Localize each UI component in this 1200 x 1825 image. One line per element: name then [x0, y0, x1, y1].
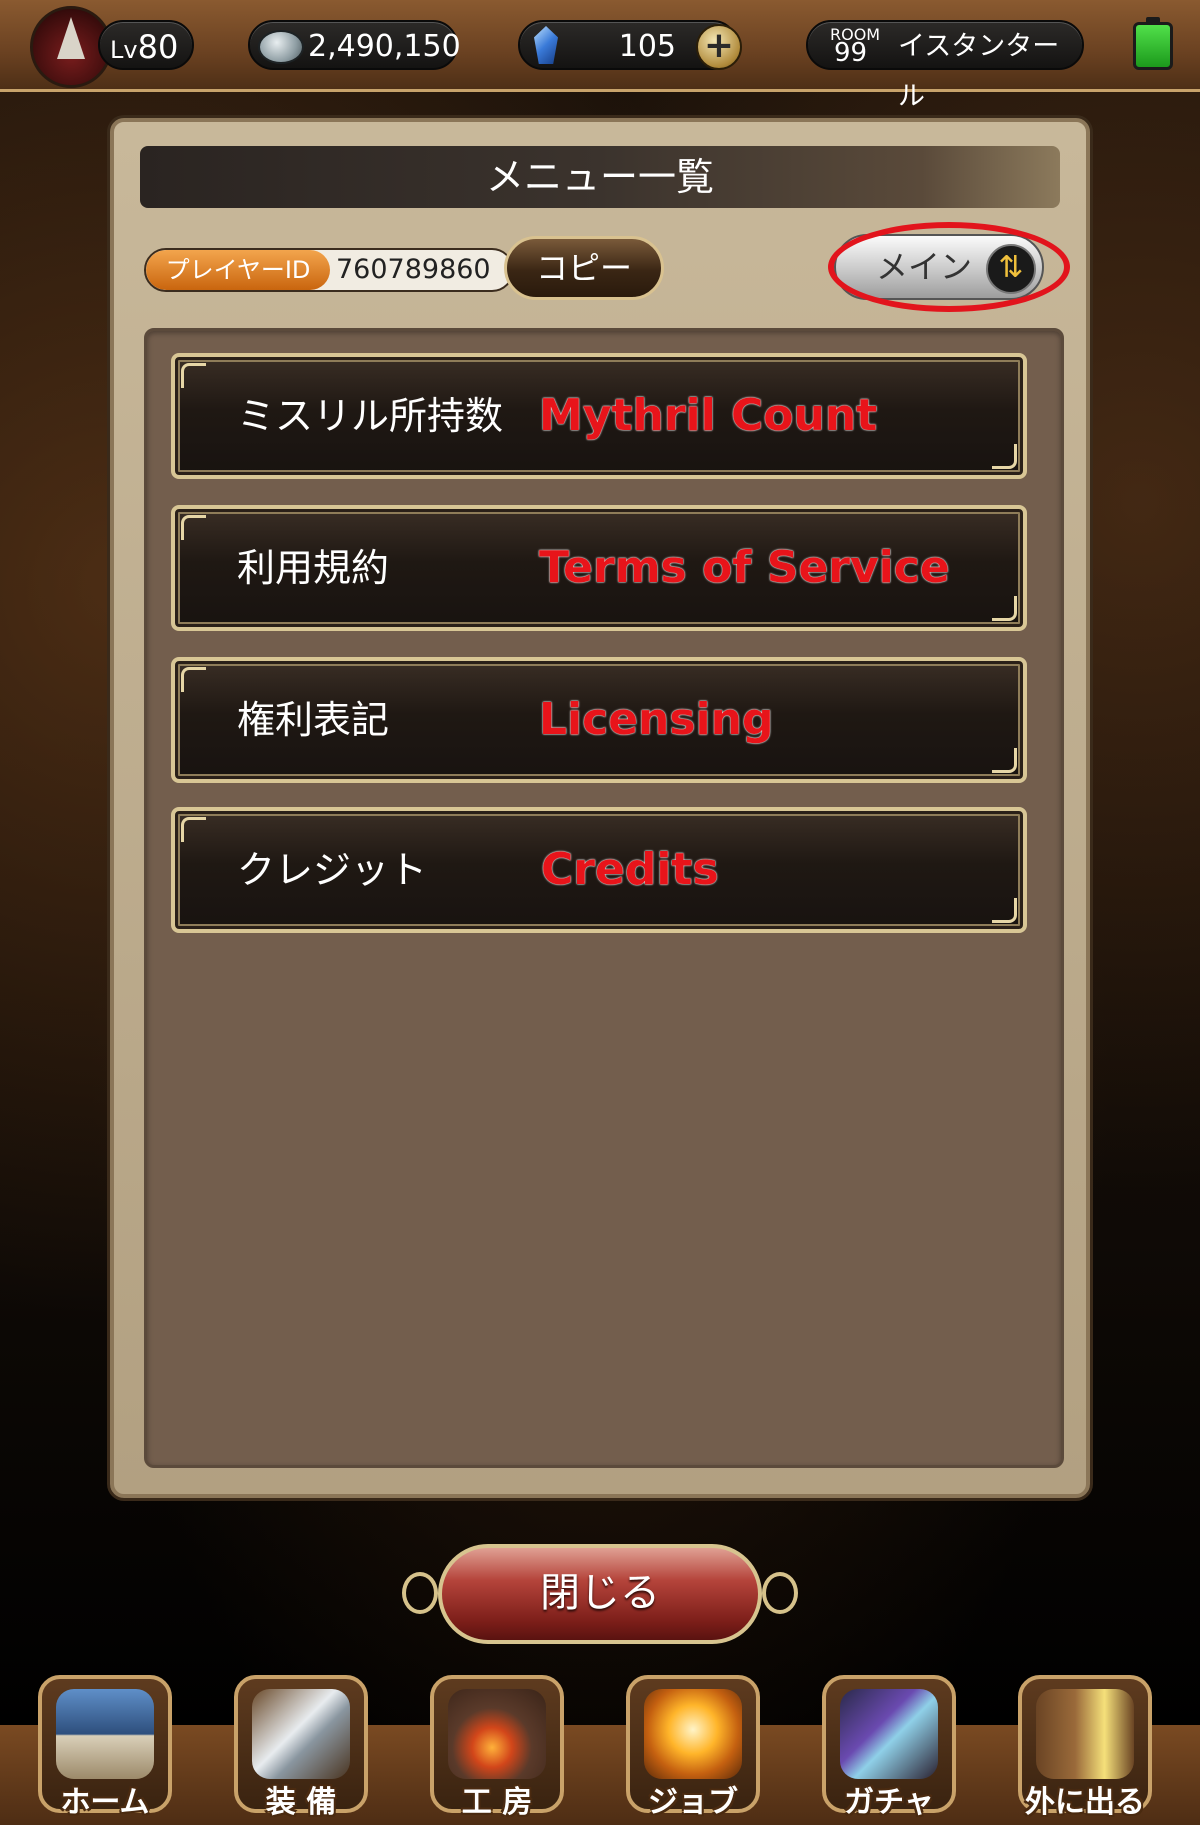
location-name: イスタンタール — [898, 31, 1060, 112]
equipment-sword-icon — [252, 1689, 350, 1779]
nav-label: 外に出る — [1025, 1785, 1145, 1820]
menu-item-label: 権利表記 — [237, 698, 390, 742]
nav-label: ガチャ — [844, 1785, 934, 1820]
gil-display: 2,490,150 — [248, 20, 461, 70]
menu-item-licensing[interactable]: 権利表記 Licensing — [171, 657, 1027, 783]
battery-icon — [1133, 17, 1173, 70]
menu-item-label: 利用規約 — [237, 546, 390, 590]
menu-item-terms-of-service[interactable]: 利用規約 Terms of Service — [171, 505, 1027, 631]
nav-label: 工 房 — [461, 1785, 533, 1820]
corner-ornament — [181, 515, 206, 540]
nav-exit[interactable]: 外に出る — [1010, 1675, 1160, 1825]
nav-label: ホーム — [60, 1785, 150, 1820]
menu-item-annotation: Terms of Service — [539, 542, 950, 593]
gacha-weapons-icon — [840, 1689, 938, 1779]
nav-equipment[interactable]: 装 備 — [226, 1675, 376, 1825]
bottom-nav: ホーム 装 備 工 房 ジョブ ガチャ 外に出る — [0, 1675, 1200, 1825]
close-left-flourish-icon — [402, 1572, 438, 1614]
gil-coin-icon — [258, 30, 304, 64]
highlight-annotation-ring — [828, 222, 1070, 312]
nav-label: ジョブ — [648, 1785, 738, 1820]
menu-item-label: ミスリル所持数 — [237, 394, 504, 438]
add-crystals-button[interactable]: + — [696, 24, 742, 70]
player-id-value: 760789860 — [336, 254, 491, 285]
crystal-amount: 105 — [618, 29, 676, 64]
menu-panel: メニュー一覧 プレイヤーID 760789860 コピー メイン ⇅ ミスリル所… — [110, 118, 1090, 1498]
blue-crystal-icon — [534, 26, 558, 64]
gil-amount: 2,490,150 — [308, 29, 461, 64]
level-prefix: Lv — [110, 36, 138, 64]
player-id-label: プレイヤーID — [146, 250, 330, 290]
close-right-flourish-icon — [762, 1572, 798, 1614]
copy-button[interactable]: コピー — [504, 236, 664, 300]
corner-ornament — [181, 363, 206, 388]
room-display: ROOM 99 イスタンタール — [806, 20, 1084, 112]
close-button[interactable]: 閉じる — [438, 1544, 762, 1644]
nav-job[interactable]: ジョブ — [618, 1675, 768, 1825]
job-crystal-icon — [644, 1689, 742, 1779]
nav-workshop[interactable]: 工 房 — [422, 1675, 572, 1825]
exit-door-icon — [1036, 1689, 1134, 1779]
menu-item-mythril-count[interactable]: ミスリル所持数 Mythril Count — [171, 353, 1027, 479]
corner-ornament — [181, 667, 206, 692]
corner-ornament — [992, 444, 1017, 469]
workshop-furnace-icon — [448, 1689, 546, 1779]
wizard-hat-icon — [57, 17, 85, 59]
corner-ornament — [992, 898, 1017, 923]
level-value: 80 — [137, 28, 179, 66]
nav-label: 装 備 — [265, 1785, 337, 1820]
nav-gacha[interactable]: ガチャ — [814, 1675, 964, 1825]
corner-ornament — [181, 817, 206, 842]
crystal-display: 105 + — [518, 20, 742, 70]
room-number: 99 — [834, 38, 868, 68]
menu-item-credits[interactable]: クレジット Credits — [171, 807, 1027, 933]
menu-item-annotation: Mythril Count — [539, 390, 878, 441]
menu-item-label: クレジット — [237, 848, 428, 892]
home-tent-icon — [56, 1689, 154, 1779]
corner-ornament — [992, 748, 1017, 773]
player-id-field: プレイヤーID 760789860 — [144, 248, 514, 292]
panel-title: メニュー一覧 — [140, 146, 1060, 208]
corner-ornament — [992, 596, 1017, 621]
menu-item-annotation: Licensing — [539, 694, 774, 745]
menu-item-annotation: Credits — [541, 844, 719, 895]
nav-home[interactable]: ホーム — [30, 1675, 180, 1825]
status-bar: Lv80 2,490,150 105 + ROOM 99 イスタンタール — [0, 0, 1200, 112]
menu-list: ミスリル所持数 Mythril Count 利用規約 Terms of Serv… — [144, 328, 1064, 1468]
level-display: Lv80 — [98, 20, 194, 70]
